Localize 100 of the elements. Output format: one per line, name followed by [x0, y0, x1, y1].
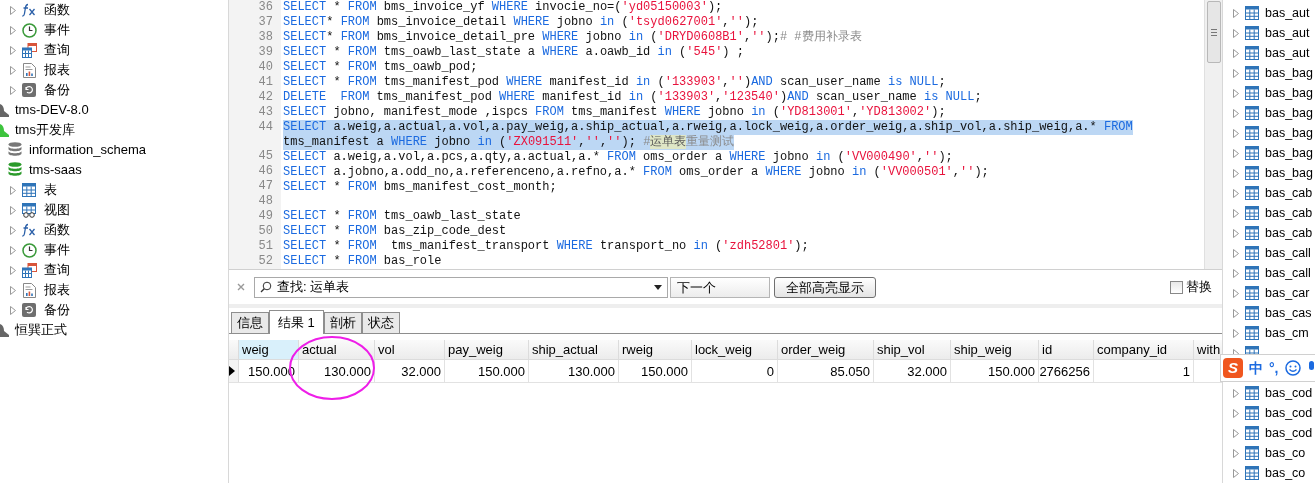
- database-item[interactable]: tms-saas: [29, 160, 82, 180]
- tree-item[interactable]: 查询: [44, 260, 70, 280]
- result-tab[interactable]: 结果 1: [269, 310, 324, 334]
- function-icon: [21, 3, 37, 17]
- table-cell: 2766256: [1039, 360, 1094, 382]
- result-tab[interactable]: 状态: [361, 312, 400, 333]
- tree-item[interactable]: 备份: [44, 300, 70, 320]
- line-number: 40: [258, 60, 273, 75]
- ime-mode-button[interactable]: 中: [1249, 357, 1263, 379]
- column-header[interactable]: weig: [239, 340, 299, 359]
- code-line: SELECT * FROM bas_zip_code_dest: [283, 224, 507, 239]
- column-header[interactable]: pay_weig: [445, 340, 529, 359]
- line-number: 38: [258, 30, 273, 45]
- code-line: SELECT * FROM tms_manifest_pod WHERE manifest_id in ('133903','')AND scan_user_name is NULL;: [283, 75, 946, 90]
- code-line: SELECT jobno, manifest_mode ,ispcs FROM tms_manifest WHERE jobno in ('YD813001','YD813002');: [283, 105, 946, 120]
- table-item[interactable]: bas_cab: [1265, 223, 1313, 243]
- table-cell: 130.000: [529, 360, 619, 382]
- table-item[interactable]: bas_call: [1265, 243, 1311, 263]
- find-next-button[interactable]: 下一个: [670, 276, 770, 298]
- tree-item[interactable]: 报表: [44, 60, 70, 80]
- tree-item[interactable]: 函数: [44, 0, 70, 20]
- line-number: 37: [258, 15, 273, 30]
- code-line: SELECT * FROM tms_manifest_transport WHERE transport_no in ('zdh52801');: [283, 239, 809, 254]
- code-line: SELECT* FROM bms_invoice_detail_pre WHERE jobno in ('DRYD0608B1','');# #费用补录表: [283, 30, 862, 45]
- column-header[interactable]: rweig: [619, 340, 692, 359]
- table-cell: 85.050: [778, 360, 874, 382]
- code-line: SELECT a.jobno,a.odd_no,a.referenceno,a.refno,a.* FROM oms_order a WHERE jobno in ('VV000501','');: [283, 165, 989, 180]
- table-item[interactable]: bas_bag: [1265, 163, 1313, 183]
- table-item[interactable]: bas_aut: [1265, 23, 1310, 43]
- code-line: SELECT * FROM bms_invoice_yf WHERE invocie_no=('yd05150003');: [283, 0, 723, 15]
- code-line: SELECT a.weig,a.vol,a.pcs,a.qty,a.actual,a.* FROM oms_order a WHERE jobno in ('VV000490','');: [283, 150, 953, 165]
- connection-item[interactable]: 恒巽正式: [15, 320, 67, 340]
- column-header[interactable]: actual: [299, 340, 375, 359]
- table-item[interactable]: bas_cod: [1265, 383, 1313, 403]
- table-item[interactable]: bas_bag: [1265, 83, 1313, 103]
- connection-item[interactable]: tms开发库: [15, 120, 75, 140]
- column-header[interactable]: id: [1039, 340, 1094, 359]
- column-header[interactable]: ship_vol: [874, 340, 951, 359]
- function-icon: [21, 223, 37, 237]
- table-item[interactable]: bas_cab: [1265, 183, 1313, 203]
- line-number: 39: [258, 45, 273, 60]
- table-item[interactable]: bas_aut: [1265, 43, 1310, 63]
- line-number: 43: [258, 105, 273, 120]
- tree-item[interactable]: 事件: [44, 240, 70, 260]
- column-header[interactable]: ship_weig: [951, 340, 1039, 359]
- result-tab[interactable]: 剖析: [323, 312, 362, 333]
- line-number: 41: [258, 75, 273, 90]
- database-item[interactable]: information_schema: [29, 140, 147, 160]
- line-number: 51: [258, 239, 273, 254]
- table-cell: 32.000: [375, 360, 445, 382]
- tree-item[interactable]: 函数: [44, 220, 70, 240]
- table-item[interactable]: bas_bag: [1265, 103, 1313, 123]
- search-field[interactable]: 查找: 运单表: [254, 276, 668, 298]
- table-item[interactable]: bas_call: [1265, 263, 1311, 283]
- tree-item[interactable]: 备份: [44, 80, 70, 100]
- replace-checkbox[interactable]: [1170, 280, 1183, 294]
- table-item[interactable]: bas_co: [1265, 443, 1306, 463]
- table-item[interactable]: bas_co: [1265, 463, 1306, 483]
- column-header[interactable]: ship_actual: [529, 340, 619, 359]
- line-number: 36: [258, 0, 273, 15]
- highlight-all-button[interactable]: 全部高亮显示: [774, 276, 876, 298]
- code-line: SELECT * FROM tms_oawb_last_state a WHERE a.oawb_id in ('545') ;: [283, 45, 744, 60]
- table-item[interactable]: bas_bag: [1265, 123, 1313, 143]
- backup-icon: [22, 83, 36, 97]
- line-number: 48: [258, 194, 273, 209]
- line-number: 49: [258, 209, 273, 224]
- column-header[interactable]: order_weig: [778, 340, 874, 359]
- column-header[interactable]: lock_weig: [692, 340, 778, 359]
- table-cell: 0: [692, 360, 778, 382]
- result-tab[interactable]: 信息: [231, 312, 269, 333]
- dropdown-caret-icon[interactable]: [654, 284, 662, 290]
- column-header[interactable]: company_id: [1094, 340, 1194, 359]
- code-line: SELECT * FROM tms_oawb_pod;: [283, 60, 478, 75]
- scrollbar-thumb[interactable]: [1206, 1, 1221, 63]
- tree-item[interactable]: 查询: [44, 40, 70, 60]
- table-item[interactable]: bas_bag: [1265, 143, 1313, 163]
- table-item[interactable]: bas_cab: [1265, 203, 1313, 223]
- tree-item[interactable]: 报表: [44, 280, 70, 300]
- table-item[interactable]: bas_cod: [1265, 403, 1313, 423]
- table-item[interactable]: bas_cas: [1265, 303, 1312, 323]
- table-item[interactable]: bas_aut: [1265, 3, 1310, 23]
- table-cell: 150.000: [951, 360, 1039, 382]
- table-item[interactable]: bas_car: [1265, 283, 1310, 303]
- tree-item[interactable]: 表: [44, 180, 57, 200]
- table-item[interactable]: bas_bag: [1265, 63, 1313, 83]
- code-line: SELECT * FROM bas_role: [283, 254, 442, 269]
- code-line: DELETE FROM tms_manifest_pod WHERE manifest_id in ('133903','123540')AND scan_user_name is NULL;: [283, 90, 982, 105]
- connection-item[interactable]: tms-DEV-8.0: [15, 100, 89, 120]
- clock-icon: [21, 22, 37, 38]
- smiley-icon[interactable]: [1284, 360, 1301, 376]
- table-item[interactable]: bas_cod: [1265, 423, 1313, 443]
- table-cell: 150.000: [619, 360, 692, 382]
- column-header[interactable]: vol: [375, 340, 445, 359]
- tree-item[interactable]: 事件: [44, 20, 70, 40]
- table-item[interactable]: bas_cm: [1265, 323, 1309, 343]
- vertical-scrollbar[interactable]: [1204, 0, 1222, 269]
- close-icon[interactable]: [237, 283, 245, 291]
- report-icon: [22, 282, 36, 298]
- ime-mode-button[interactable]: °,: [1269, 357, 1279, 379]
- tree-item[interactable]: 视图: [44, 200, 70, 220]
